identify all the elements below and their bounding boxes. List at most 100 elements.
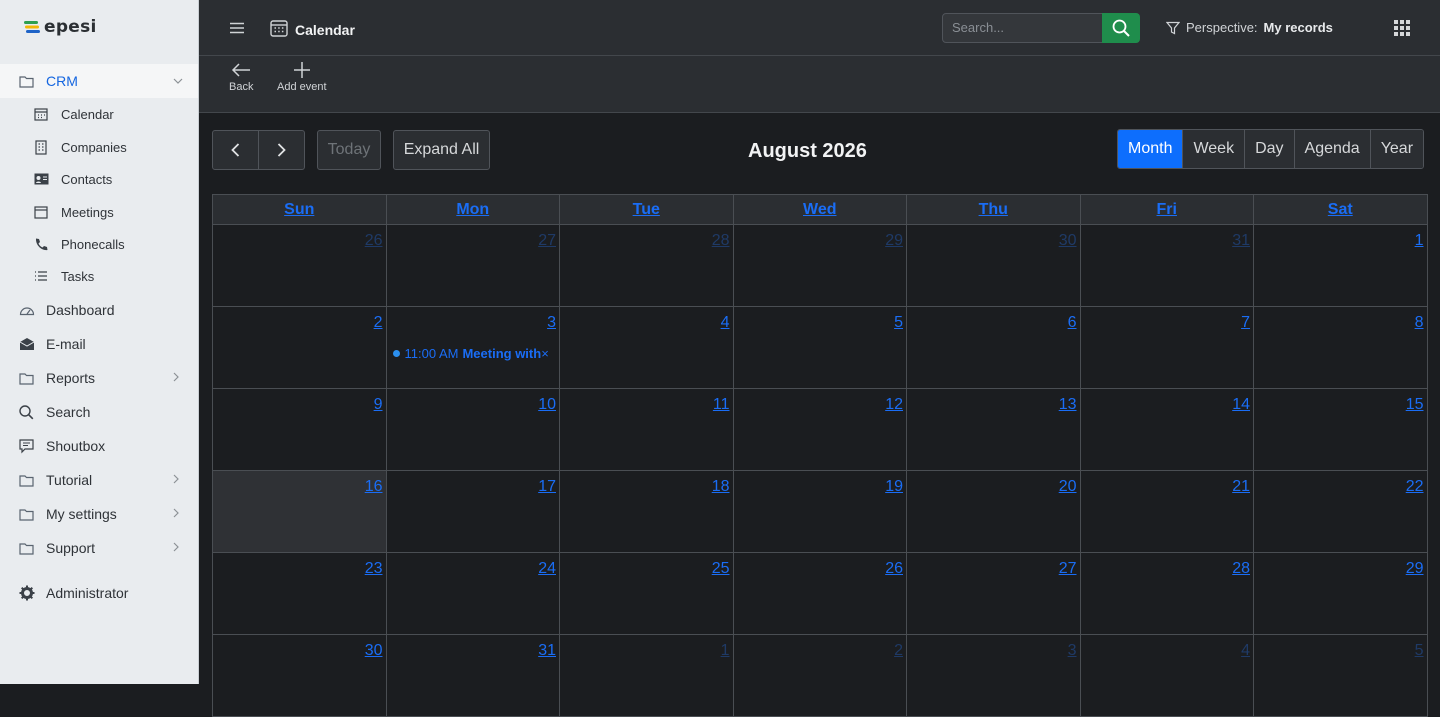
day-cell[interactable]: 5 <box>733 307 907 389</box>
day-number-link[interactable]: 15 <box>1406 396 1424 414</box>
day-number-link[interactable]: 2 <box>894 642 903 660</box>
weekday-header[interactable]: Tue <box>560 195 734 225</box>
sidebar-item-email[interactable]: E-mail <box>0 327 198 361</box>
view-year-button[interactable]: Year <box>1369 130 1424 168</box>
day-number-link[interactable]: 29 <box>1406 560 1424 578</box>
perspective-selector[interactable]: Perspective: My records <box>1166 20 1333 35</box>
day-cell[interactable]: 28 <box>560 225 734 307</box>
day-number-link[interactable]: 2 <box>374 314 383 332</box>
back-button[interactable]: Back <box>229 62 253 93</box>
epesi-logo[interactable]: epesi <box>24 17 97 37</box>
day-cell[interactable]: 31 <box>1080 225 1254 307</box>
day-cell[interactable]: 20 <box>907 471 1081 553</box>
day-number-link[interactable]: 20 <box>1059 478 1077 496</box>
day-number-link[interactable]: 8 <box>1415 314 1424 332</box>
day-cell[interactable]: 3 11:00 AM Meeting with × <box>386 307 560 389</box>
day-number-link[interactable]: 5 <box>1415 642 1424 660</box>
day-cell[interactable]: 26 <box>733 553 907 635</box>
day-number-link[interactable]: 31 <box>1232 232 1250 250</box>
prev-month-button[interactable] <box>212 130 259 170</box>
sidebar-subitem-contacts[interactable]: Contacts <box>0 163 198 195</box>
expand-all-button[interactable]: Expand All <box>393 130 490 170</box>
day-cell[interactable]: 10 <box>386 389 560 471</box>
sidebar-item-shoutbox[interactable]: Shoutbox <box>0 429 198 463</box>
day-number-link[interactable]: 12 <box>885 396 903 414</box>
day-number-link[interactable]: 19 <box>885 478 903 496</box>
day-cell[interactable]: 6 <box>907 307 1081 389</box>
day-cell[interactable]: 22 <box>1254 471 1428 553</box>
sidebar-item-support[interactable]: Support <box>0 531 198 565</box>
apps-grid-icon[interactable] <box>1394 20 1410 41</box>
view-week-button[interactable]: Week <box>1182 130 1245 168</box>
day-number-link[interactable]: 31 <box>538 642 556 660</box>
day-cell[interactable]: 4 <box>560 307 734 389</box>
day-cell[interactable]: 1 <box>1254 225 1428 307</box>
sidebar-subitem-phonecalls[interactable]: Phonecalls <box>0 228 198 260</box>
day-cell[interactable]: 1 <box>560 635 734 717</box>
weekday-header[interactable]: Thu <box>907 195 1081 225</box>
day-cell[interactable]: 4 <box>1080 635 1254 717</box>
day-number-link[interactable]: 13 <box>1059 396 1077 414</box>
day-number-link[interactable]: 18 <box>712 478 730 496</box>
view-agenda-button[interactable]: Agenda <box>1293 130 1370 168</box>
day-cell[interactable]: 28 <box>1080 553 1254 635</box>
day-cell[interactable]: 19 <box>733 471 907 553</box>
view-month-button[interactable]: Month <box>1118 130 1183 168</box>
day-number-link[interactable]: 24 <box>538 560 556 578</box>
day-number-link[interactable]: 26 <box>885 560 903 578</box>
day-cell[interactable]: 27 <box>907 553 1081 635</box>
sidebar-subitem-meetings[interactable]: Meetings <box>0 196 198 228</box>
day-cell[interactable]: 18 <box>560 471 734 553</box>
sidebar-item-tutorial[interactable]: Tutorial <box>0 463 198 497</box>
day-number-link[interactable]: 1 <box>721 642 730 660</box>
day-cell[interactable]: 5 <box>1254 635 1428 717</box>
day-cell[interactable]: 14 <box>1080 389 1254 471</box>
day-cell[interactable]: 29 <box>1254 553 1428 635</box>
day-number-link[interactable]: 27 <box>538 232 556 250</box>
day-number-link[interactable]: 10 <box>538 396 556 414</box>
hamburger-menu-icon[interactable] <box>230 21 244 39</box>
view-day-button[interactable]: Day <box>1244 130 1294 168</box>
day-number-link[interactable]: 30 <box>365 642 383 660</box>
day-cell[interactable]: 12 <box>733 389 907 471</box>
day-cell[interactable]: 8 <box>1254 307 1428 389</box>
day-cell[interactable]: 24 <box>386 553 560 635</box>
weekday-header[interactable]: Mon <box>386 195 560 225</box>
day-cell[interactable]: 11 <box>560 389 734 471</box>
day-cell[interactable]: 3 <box>907 635 1081 717</box>
sidebar-item-crm[interactable]: CRM <box>0 64 198 98</box>
calendar-event[interactable]: 11:00 AM Meeting with × <box>392 346 558 361</box>
day-number-link[interactable]: 4 <box>721 314 730 332</box>
day-number-link[interactable]: 26 <box>365 232 383 250</box>
weekday-header[interactable]: Fri <box>1080 195 1254 225</box>
day-cell[interactable]: 26 <box>213 225 387 307</box>
search-input[interactable]: Search... <box>942 13 1103 43</box>
day-cell[interactable]: 30 <box>213 635 387 717</box>
sidebar-item-my-settings[interactable]: My settings <box>0 497 198 531</box>
day-number-link[interactable]: 17 <box>538 478 556 496</box>
sidebar-item-dashboard[interactable]: Dashboard <box>0 293 198 327</box>
day-number-link[interactable]: 1 <box>1415 232 1424 250</box>
sidebar-subitem-calendar[interactable]: Calendar <box>0 98 198 130</box>
day-cell[interactable]: 15 <box>1254 389 1428 471</box>
day-number-link[interactable]: 7 <box>1241 314 1250 332</box>
day-number-link[interactable]: 9 <box>374 396 383 414</box>
day-cell[interactable]: 13 <box>907 389 1081 471</box>
sidebar-item-search[interactable]: Search <box>0 395 198 429</box>
day-number-link[interactable]: 29 <box>885 232 903 250</box>
sidebar-item-administrator[interactable]: Administrator <box>0 576 198 610</box>
day-cell[interactable]: 2 <box>733 635 907 717</box>
day-cell[interactable]: 9 <box>213 389 387 471</box>
day-number-link[interactable]: 14 <box>1232 396 1250 414</box>
day-cell[interactable]: 7 <box>1080 307 1254 389</box>
weekday-header[interactable]: Sun <box>213 195 387 225</box>
day-number-link[interactable]: 4 <box>1241 642 1250 660</box>
day-number-link[interactable]: 3 <box>1068 642 1077 660</box>
day-cell[interactable]: 27 <box>386 225 560 307</box>
day-number-link[interactable]: 5 <box>894 314 903 332</box>
day-number-link[interactable]: 21 <box>1232 478 1250 496</box>
day-number-link[interactable]: 28 <box>1232 560 1250 578</box>
search-button[interactable] <box>1102 13 1140 43</box>
today-button[interactable]: Today <box>317 130 381 170</box>
day-cell[interactable]: 17 <box>386 471 560 553</box>
